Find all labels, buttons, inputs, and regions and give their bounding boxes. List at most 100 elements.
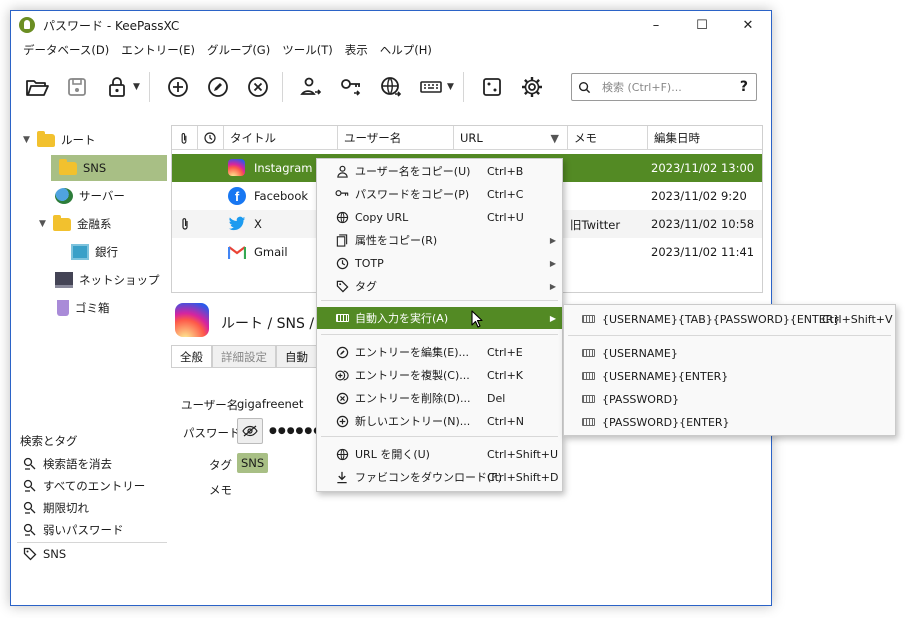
window-title: パスワード - KeePassXC <box>43 18 180 33</box>
tab-autotype[interactable]: 自動 <box>276 345 317 367</box>
menu-copy-attribute[interactable]: 属性をコピー(R) ▶ <box>317 229 562 251</box>
delete-circle-icon <box>248 77 268 97</box>
group-trash[interactable]: ゴミ箱 <box>51 295 167 321</box>
lock-database-button[interactable] <box>99 69 135 105</box>
copy-url-button[interactable] <box>373 69 409 105</box>
tab-general[interactable]: 全般 <box>171 345 212 367</box>
open-database-button[interactable] <box>19 69 55 105</box>
menu-view[interactable]: 表示 <box>339 42 374 58</box>
entry-context-menu: ユーザー名をコピー(U) Ctrl+B パスワードをコピー(P) Ctrl+C … <box>316 158 563 492</box>
search-list-icon <box>23 523 36 536</box>
autotype-sequence-item[interactable]: {USERNAME} <box>564 342 895 364</box>
group-netshop[interactable]: ネットショップ <box>51 267 167 293</box>
search-help-button[interactable]: ? <box>740 79 748 95</box>
group-bank[interactable]: 銀行 <box>63 239 167 265</box>
column-notes[interactable]: メモ <box>568 126 648 150</box>
column-url[interactable]: URL ▼ <box>454 126 568 150</box>
autotype-sequence-item[interactable]: {PASSWORD}{ENTER} <box>564 411 895 433</box>
toolbar-separator <box>463 72 464 102</box>
column-title[interactable]: タイトル <box>224 126 338 150</box>
autotype-sequence-item[interactable]: {PASSWORD} <box>564 388 895 410</box>
autotype-dropdown-icon[interactable]: ▼ <box>447 82 457 92</box>
user-arrow-icon <box>300 77 322 95</box>
delete-entry-button[interactable] <box>240 69 276 105</box>
copy-password-button[interactable] <box>333 69 369 105</box>
password-generator-button[interactable] <box>474 69 510 105</box>
eye-slash-icon <box>242 425 258 437</box>
clock-icon <box>204 132 216 144</box>
username-value: gigafreenet <box>237 397 304 411</box>
toggle-password-button[interactable] <box>237 418 263 444</box>
add-entry-button[interactable] <box>160 69 196 105</box>
menu-separator <box>321 436 558 437</box>
keyboard-icon <box>582 347 595 360</box>
submenu-arrow-icon: ▶ <box>549 258 556 268</box>
menu-copy-username[interactable]: ユーザー名をコピー(U) Ctrl+B <box>317 160 562 182</box>
group-root[interactable]: ▼ ルート <box>23 127 163 153</box>
edit-icon <box>335 345 349 359</box>
menu-copy-url[interactable]: Copy URL Ctrl+U <box>317 206 562 228</box>
tag-weak-passwords[interactable]: 弱いパスワード <box>23 519 124 541</box>
entry-modified: 2023/11/02 10:58 <box>651 217 755 231</box>
column-username[interactable]: ユーザー名 <box>338 126 454 150</box>
search-input[interactable] <box>602 80 732 94</box>
menu-copy-password[interactable]: パスワードをコピー(P) Ctrl+C <box>317 183 562 205</box>
tag-clear-search[interactable]: 検索語を消去 <box>23 453 112 475</box>
menu-tags[interactable]: タグ ▶ <box>317 275 562 297</box>
edit-entry-button[interactable] <box>200 69 236 105</box>
edit-icon <box>208 77 228 97</box>
folder-icon <box>59 158 77 175</box>
autotype-sequence-item[interactable]: {USERNAME}{ENTER} <box>564 365 895 387</box>
lock-dropdown-icon[interactable]: ▼ <box>133 82 143 92</box>
group-sns[interactable]: SNS <box>51 155 167 181</box>
settings-button[interactable] <box>514 69 550 105</box>
menu-entry[interactable]: エントリー(E) <box>115 42 201 58</box>
menu-edit-entry[interactable]: エントリーを編集(E)... Ctrl+E <box>317 341 562 363</box>
maximize-button[interactable]: ☐ <box>679 11 725 39</box>
save-database-button[interactable] <box>59 69 95 105</box>
menu-clone-entry[interactable]: エントリーを複製(C)... Ctrl+K <box>317 364 562 386</box>
save-icon <box>68 78 86 96</box>
title-bar[interactable]: パスワード - KeePassXC – ☐ ✕ <box>11 11 771 39</box>
tag-expired[interactable]: 期限切れ <box>23 497 89 519</box>
autotype-button[interactable] <box>413 69 449 105</box>
menu-separator <box>321 300 558 301</box>
menu-help[interactable]: ヘルプ(H) <box>374 42 438 58</box>
menu-new-entry[interactable]: 新しいエントリー(N)... Ctrl+N <box>317 410 562 432</box>
minimize-button[interactable]: – <box>633 11 679 39</box>
expand-arrow-icon[interactable]: ▼ <box>39 219 49 229</box>
close-button[interactable]: ✕ <box>725 11 771 39</box>
group-finance[interactable]: ▼ 金融系 <box>39 211 167 237</box>
key-arrow-icon <box>341 79 361 96</box>
clone-icon <box>335 368 349 382</box>
tag-sns[interactable]: SNS <box>23 543 66 565</box>
gmail-icon <box>228 246 246 260</box>
add-icon <box>335 414 349 428</box>
tag-all-entries[interactable]: すべてのエントリー <box>23 475 145 497</box>
menu-totp[interactable]: TOTP ▶ <box>317 252 562 274</box>
menu-tools[interactable]: ツール(T) <box>276 42 339 58</box>
column-expires[interactable] <box>198 126 224 150</box>
tags-label: タグ <box>209 458 232 472</box>
column-attachment[interactable] <box>172 126 198 150</box>
keyboard-icon <box>582 393 595 406</box>
facebook-icon: f <box>228 187 246 205</box>
expand-arrow-icon[interactable]: ▼ <box>23 135 33 145</box>
window-controls: – ☐ ✕ <box>633 11 771 39</box>
keyboard-icon <box>420 81 442 93</box>
menu-delete-entry[interactable]: エントリーを削除(D)... Del <box>317 387 562 409</box>
menu-group[interactable]: グループ(G) <box>201 42 276 58</box>
column-modified[interactable]: 編集日時 <box>648 126 762 150</box>
menu-download-favicon[interactable]: ファビコンをダウンロード(F) Ctrl+Shift+D <box>317 466 562 488</box>
autotype-sequence-item[interactable]: {USERNAME}{TAB}{PASSWORD}{ENTER} Ctrl+Sh… <box>564 308 895 330</box>
tab-advanced[interactable]: 詳細設定 <box>212 345 276 367</box>
menu-database[interactable]: データベース(D) <box>17 42 115 58</box>
menu-open-url[interactable]: URL を開く(U) Ctrl+Shift+U <box>317 443 562 465</box>
entry-title: Facebook <box>254 189 309 203</box>
notes-label: メモ <box>209 483 232 497</box>
menu-perform-autotype[interactable]: 自動入力を実行(A) ▶ <box>317 307 562 329</box>
keepassxc-logo-icon <box>19 17 35 33</box>
copy-username-button[interactable] <box>293 69 329 105</box>
group-server[interactable]: サーバー <box>51 183 167 209</box>
search-box[interactable]: ? <box>571 73 757 101</box>
